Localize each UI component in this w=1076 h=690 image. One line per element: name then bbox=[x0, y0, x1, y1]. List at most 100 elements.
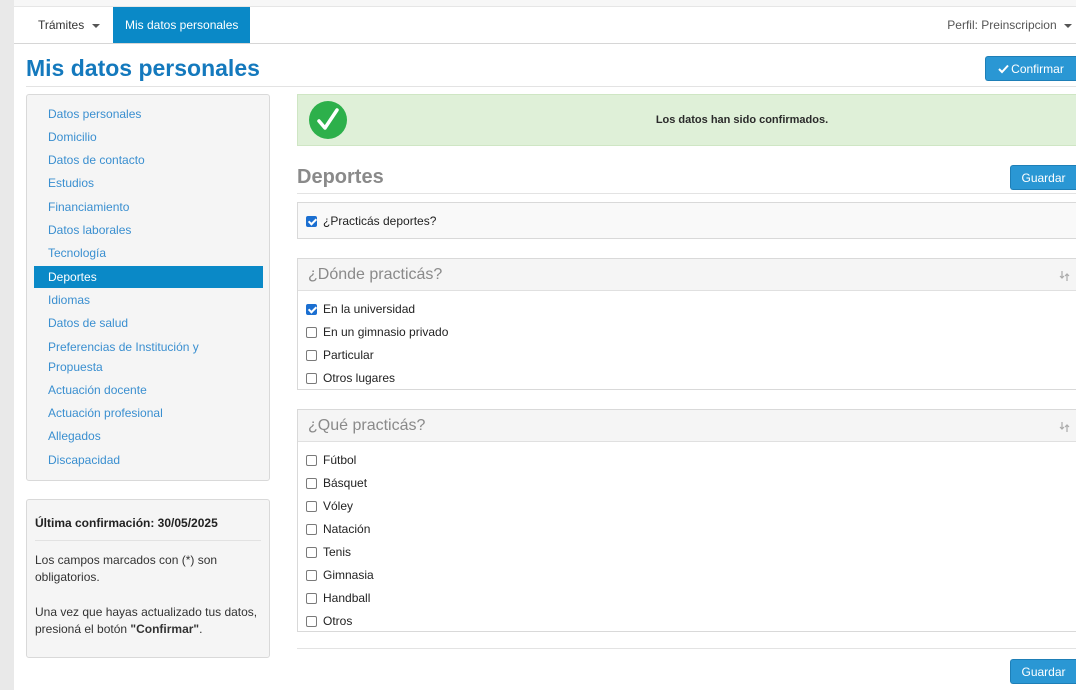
checkbox-label: Natación bbox=[323, 522, 371, 536]
checkbox bbox=[306, 350, 317, 361]
page-title: Mis datos personales bbox=[26, 55, 260, 81]
option-otros-lugares[interactable]: Otros lugares bbox=[306, 371, 395, 389]
sidebar-item-datos-de-contacto[interactable]: Datos de contacto bbox=[34, 152, 263, 169]
option-voley[interactable]: Vóley bbox=[306, 499, 353, 517]
sidebar-item-label: Estudios bbox=[48, 176, 95, 190]
checkbox-label: En la universidad bbox=[323, 302, 416, 316]
sidebar-item-label: Allegados bbox=[48, 429, 101, 443]
option-otros[interactable]: Otros bbox=[306, 614, 352, 632]
nav-tramites-menu[interactable]: Trámites bbox=[26, 7, 112, 43]
que-practicas-panel: ¿Qué practicás? Fútbol Básquet Vóley Nat… bbox=[297, 409, 1076, 632]
window-edge bbox=[0, 0, 14, 690]
panel-header: ¿Dónde practicás? bbox=[298, 259, 1076, 291]
sidebar-item-actuacion-profesional[interactable]: Actuación profesional bbox=[34, 405, 263, 422]
profile-label: Perfil: Preinscripcion bbox=[947, 18, 1057, 32]
checkbox-label: Básquet bbox=[323, 476, 368, 490]
checkbox-label: Particular bbox=[323, 348, 374, 362]
save-button-bottom[interactable]: Guardar bbox=[1010, 659, 1076, 684]
save-label: Guardar bbox=[1021, 171, 1066, 185]
sidebar-item-label: Datos de contacto bbox=[48, 153, 145, 167]
bottom-divider bbox=[297, 648, 1076, 649]
option-gimnasia[interactable]: Gimnasia bbox=[306, 568, 374, 586]
sidebar-item-financiamiento[interactable]: Financiamiento bbox=[34, 199, 263, 216]
nav-mis-datos-personales[interactable]: Mis datos personales bbox=[113, 7, 251, 43]
sidebar-item-actuacion-docente[interactable]: Actuación docente bbox=[34, 382, 263, 399]
option-handball[interactable]: Handball bbox=[306, 591, 370, 609]
practica-deportes-checkbox[interactable]: ¿Practicás deportes? bbox=[306, 214, 436, 232]
checkbox-label: Otros bbox=[323, 614, 353, 628]
nav-active-label: Mis datos personales bbox=[125, 18, 239, 32]
sidebar-nav: Datos personales Domicilio Datos de cont… bbox=[26, 94, 270, 481]
info-divider bbox=[35, 540, 261, 541]
sidebar-item-label: Actuación profesional bbox=[48, 406, 163, 420]
confirm-instructions: Una vez que hayas actualizado tus datos,… bbox=[35, 604, 265, 638]
sidebar-item-label: Discapacidad bbox=[48, 453, 121, 467]
caret-down-icon bbox=[1064, 23, 1072, 28]
sidebar-item-deportes[interactable]: Deportes bbox=[34, 266, 263, 288]
option-futbol[interactable]: Fútbol bbox=[306, 453, 356, 471]
panel-header: ¿Qué practicás? bbox=[298, 410, 1076, 442]
sidebar-item-allegados[interactable]: Allegados bbox=[34, 428, 263, 445]
sidebar-item-label: Datos laborales bbox=[48, 223, 132, 237]
sidebar-item-tecnologia[interactable]: Tecnología bbox=[34, 245, 263, 262]
sidebar-item-label: Domicilio bbox=[48, 130, 97, 144]
note-line: Los campos marcados con (*) son bbox=[35, 553, 218, 567]
note-line: presioná el botón "Confirmar". bbox=[35, 621, 265, 638]
nav-tramites-label: Trámites bbox=[38, 18, 85, 32]
sidebar-item-label: Financiamiento bbox=[48, 200, 130, 214]
checkbox bbox=[306, 616, 317, 627]
note-text: . bbox=[199, 622, 203, 636]
sidebar-item-discapacidad[interactable]: Discapacidad bbox=[34, 452, 263, 469]
checkbox-checked bbox=[306, 216, 317, 227]
option-en-la-universidad[interactable]: En la universidad bbox=[306, 302, 415, 320]
note-line: Una vez que hayas actualizado tus datos, bbox=[35, 605, 258, 619]
profile-menu[interactable]: Perfil: Preinscripcion bbox=[947, 7, 1076, 43]
checkbox bbox=[306, 373, 317, 384]
sidebar-item-datos-laborales[interactable]: Datos laborales bbox=[34, 222, 263, 239]
sort-icon bbox=[1059, 422, 1070, 432]
header-divider bbox=[26, 86, 1076, 87]
checkbox bbox=[306, 455, 317, 466]
checkbox bbox=[306, 547, 317, 558]
sidebar-item-datos-de-salud[interactable]: Datos de salud bbox=[34, 315, 263, 332]
checkbox bbox=[306, 327, 317, 338]
sidebar-item-label: Deportes bbox=[48, 270, 97, 284]
checkbox bbox=[306, 524, 317, 535]
section-divider bbox=[297, 193, 1076, 194]
save-label: Guardar bbox=[1021, 665, 1066, 679]
option-basquet[interactable]: Básquet bbox=[306, 476, 367, 494]
option-tenis[interactable]: Tenis bbox=[306, 545, 351, 563]
last-confirmation: Última confirmación: 30/05/2025 bbox=[35, 516, 218, 530]
sidebar-item-label: Datos de salud bbox=[48, 316, 129, 330]
option-gimnasio-privado[interactable]: En un gimnasio privado bbox=[306, 325, 448, 343]
sidebar-item-datos-personales[interactable]: Datos personales bbox=[34, 106, 263, 123]
checkbox-checked bbox=[306, 304, 317, 315]
caret-down-icon bbox=[91, 23, 100, 28]
info-panel: Última confirmación: 30/05/2025 Los camp… bbox=[26, 499, 270, 658]
save-button-top[interactable]: Guardar bbox=[1010, 165, 1076, 190]
checkbox bbox=[306, 593, 317, 604]
sidebar-item-domicilio[interactable]: Domicilio bbox=[34, 129, 263, 146]
option-particular[interactable]: Particular bbox=[306, 348, 374, 366]
checkbox-label: Tenis bbox=[323, 545, 352, 559]
sidebar-item-label: Preferencias de Institución y bbox=[48, 340, 199, 354]
sidebar-item-label: Actuación docente bbox=[48, 383, 147, 397]
sidebar-item-estudios[interactable]: Estudios bbox=[34, 175, 263, 192]
checkbox bbox=[306, 570, 317, 581]
checkmark-icon bbox=[998, 64, 1009, 74]
checkbox bbox=[306, 478, 317, 489]
confirm-label: Confirmar bbox=[1011, 62, 1064, 76]
sidebar-item-idiomas[interactable]: Idiomas bbox=[34, 292, 263, 309]
top-navbar: Trámites Mis datos personales Perfil: Pr… bbox=[14, 7, 1076, 44]
sidebar-item-preferencias[interactable]: Preferencias de Institución y Propuesta bbox=[34, 339, 263, 376]
checkbox-label: Vóley bbox=[323, 499, 354, 513]
panel-title: ¿Qué practicás? bbox=[308, 417, 426, 434]
note-bold: "Confirmar" bbox=[130, 622, 200, 636]
donde-practicas-panel: ¿Dónde practicás? En la universidad En u… bbox=[297, 258, 1076, 390]
confirm-button[interactable]: Confirmar bbox=[985, 56, 1076, 81]
checkbox-label: Handball bbox=[323, 591, 371, 605]
success-alert: Los datos han sido confirmados. bbox=[297, 94, 1076, 146]
sidebar-item-label: Tecnología bbox=[48, 246, 107, 260]
option-natacion[interactable]: Natación bbox=[306, 522, 370, 540]
checkbox-label: En un gimnasio privado bbox=[323, 325, 449, 339]
